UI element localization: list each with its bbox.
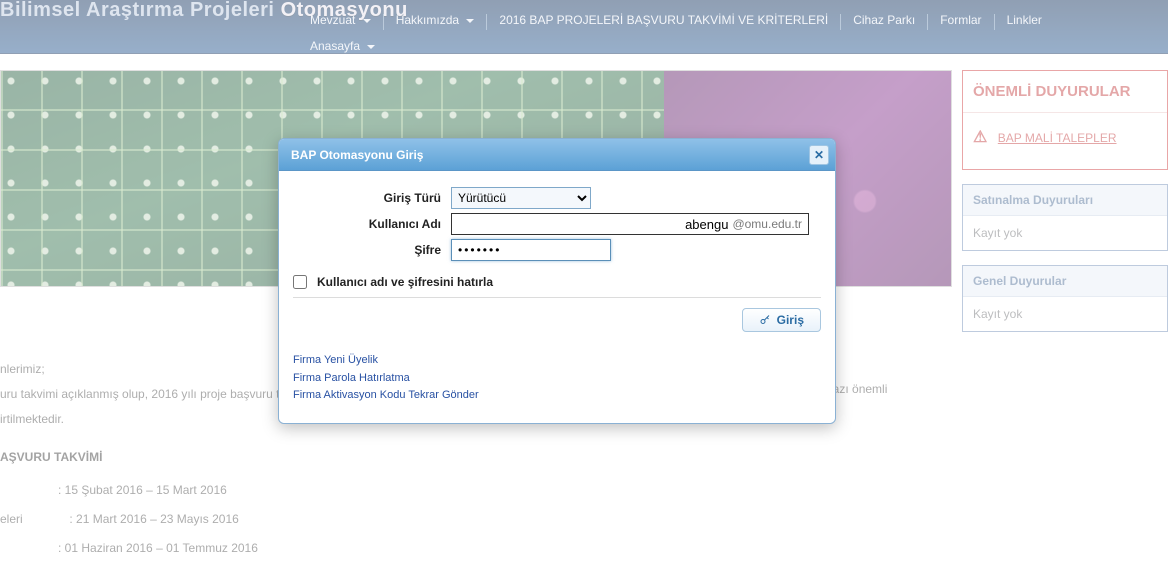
top-nav: Mevzuat Hakkımızda 2016 BAP PROJELERİ BA… <box>298 9 1164 57</box>
alert-icon: ⚠ <box>973 129 987 146</box>
nav-item-linkler[interactable]: Linkler <box>995 9 1054 31</box>
panel-title: Satınalma Duyuruları <box>963 185 1167 216</box>
important-announcements-panel: ÖNEMLİ DUYURULAR ⚠ BAP MALİ TALEPLER <box>962 70 1168 170</box>
content-heading: AŞVURU TAKVİMİ <box>0 450 102 464</box>
dialog-titlebar: BAP Otomasyonu Giriş ✕ <box>279 139 835 171</box>
close-icon: ✕ <box>814 148 824 162</box>
purchase-announcements-panel: Satınalma Duyuruları Kayıt yok <box>962 184 1168 251</box>
nav-item-takvim[interactable]: 2016 BAP PROJELERİ BAŞVURU TAKVİMİ VE KR… <box>487 9 840 31</box>
nav-label: 2016 BAP PROJELERİ BAŞVURU TAKVİMİ VE KR… <box>499 13 828 27</box>
login-button[interactable]: Giriş <box>742 308 821 332</box>
login-type-label: Giriş Türü <box>293 191 451 205</box>
content-row-label: eleri <box>0 512 23 526</box>
username-input[interactable] <box>452 217 730 232</box>
general-announcements-panel: Genel Duyurular Kayıt yok <box>962 265 1168 332</box>
content-row: : 15 Şubat 2016 – 15 Mart 2016 <box>58 481 870 500</box>
password-label: Şifre <box>293 243 451 257</box>
login-type-select[interactable]: Yürütücü <box>451 187 591 209</box>
content-row: : 01 Haziran 2016 – 01 Temmuz 2016 <box>58 539 870 558</box>
chevron-down-icon <box>466 19 474 23</box>
chevron-down-icon <box>363 19 371 23</box>
link-firma-resend[interactable]: Firma Aktivasyon Kodu Tekrar Gönder <box>293 387 821 405</box>
nav-label: Hakkımızda <box>396 13 459 27</box>
dialog-links: Firma Yeni Üyelik Firma Parola Hatırlatm… <box>293 352 821 405</box>
remember-label: Kullanıcı adı ve şifresini hatırla <box>317 275 493 289</box>
login-dialog: BAP Otomasyonu Giriş ✕ Giriş Türü Yürütü… <box>278 138 836 424</box>
nav-item-mevzuat[interactable]: Mevzuat <box>298 9 383 31</box>
username-domain-suffix: @omu.edu.tr <box>730 217 808 231</box>
panel-empty-text: Kayıt yok <box>963 216 1167 250</box>
nav-item-cihaz[interactable]: Cihaz Parkı <box>841 9 927 31</box>
right-sidebar: ÖNEMLİ DUYURULAR ⚠ BAP MALİ TALEPLER Sat… <box>962 70 1168 346</box>
nav-item-anasayfa[interactable]: Anasayfa <box>298 31 387 57</box>
panel-empty-text: Kayıt yok <box>963 297 1167 331</box>
announcement-link-bap-mali[interactable]: BAP MALİ TALEPLER <box>998 131 1117 145</box>
chevron-down-icon <box>367 45 375 49</box>
nav-item-formlar[interactable]: Formlar <box>928 9 993 31</box>
username-label: Kullanıcı Adı <box>293 217 451 231</box>
nav-label: Formlar <box>940 13 981 27</box>
link-firma-signup[interactable]: Firma Yeni Üyelik <box>293 352 821 370</box>
login-button-label: Giriş <box>777 313 804 327</box>
panel-title: Genel Duyurular <box>963 266 1167 297</box>
dialog-body: Giriş Türü Yürütücü Kullanıcı Adı @omu.e… <box>279 171 835 423</box>
nav-label: Cihaz Parkı <box>853 13 915 27</box>
content-row-value: : 21 Mart 2016 – 23 Mayıs 2016 <box>69 512 238 526</box>
nav-item-hakkimizda[interactable]: Hakkımızda <box>384 9 487 31</box>
header-band: Bilimsel Araştırma Projeleri Otomasyonu … <box>0 0 1168 54</box>
dialog-title: BAP Otomasyonu Giriş <box>291 148 809 162</box>
password-input[interactable] <box>451 239 611 261</box>
nav-label: Linkler <box>1007 13 1042 27</box>
content-line: uru takvimi açıklanmış olup, 2016 yılı p… <box>0 387 286 401</box>
username-field-wrapper: @omu.edu.tr <box>451 213 809 235</box>
panel-title: ÖNEMLİ DUYURULAR <box>963 71 1167 113</box>
close-button[interactable]: ✕ <box>809 145 829 165</box>
link-firma-forgot[interactable]: Firma Parola Hatırlatma <box>293 370 821 388</box>
nav-label: Anasayfa <box>310 39 360 53</box>
remember-checkbox[interactable] <box>293 275 307 289</box>
site-title-main: Bilimsel Araştırma Projeleri <box>0 0 275 21</box>
key-icon <box>759 314 771 326</box>
nav-label: Mevzuat <box>310 13 355 27</box>
